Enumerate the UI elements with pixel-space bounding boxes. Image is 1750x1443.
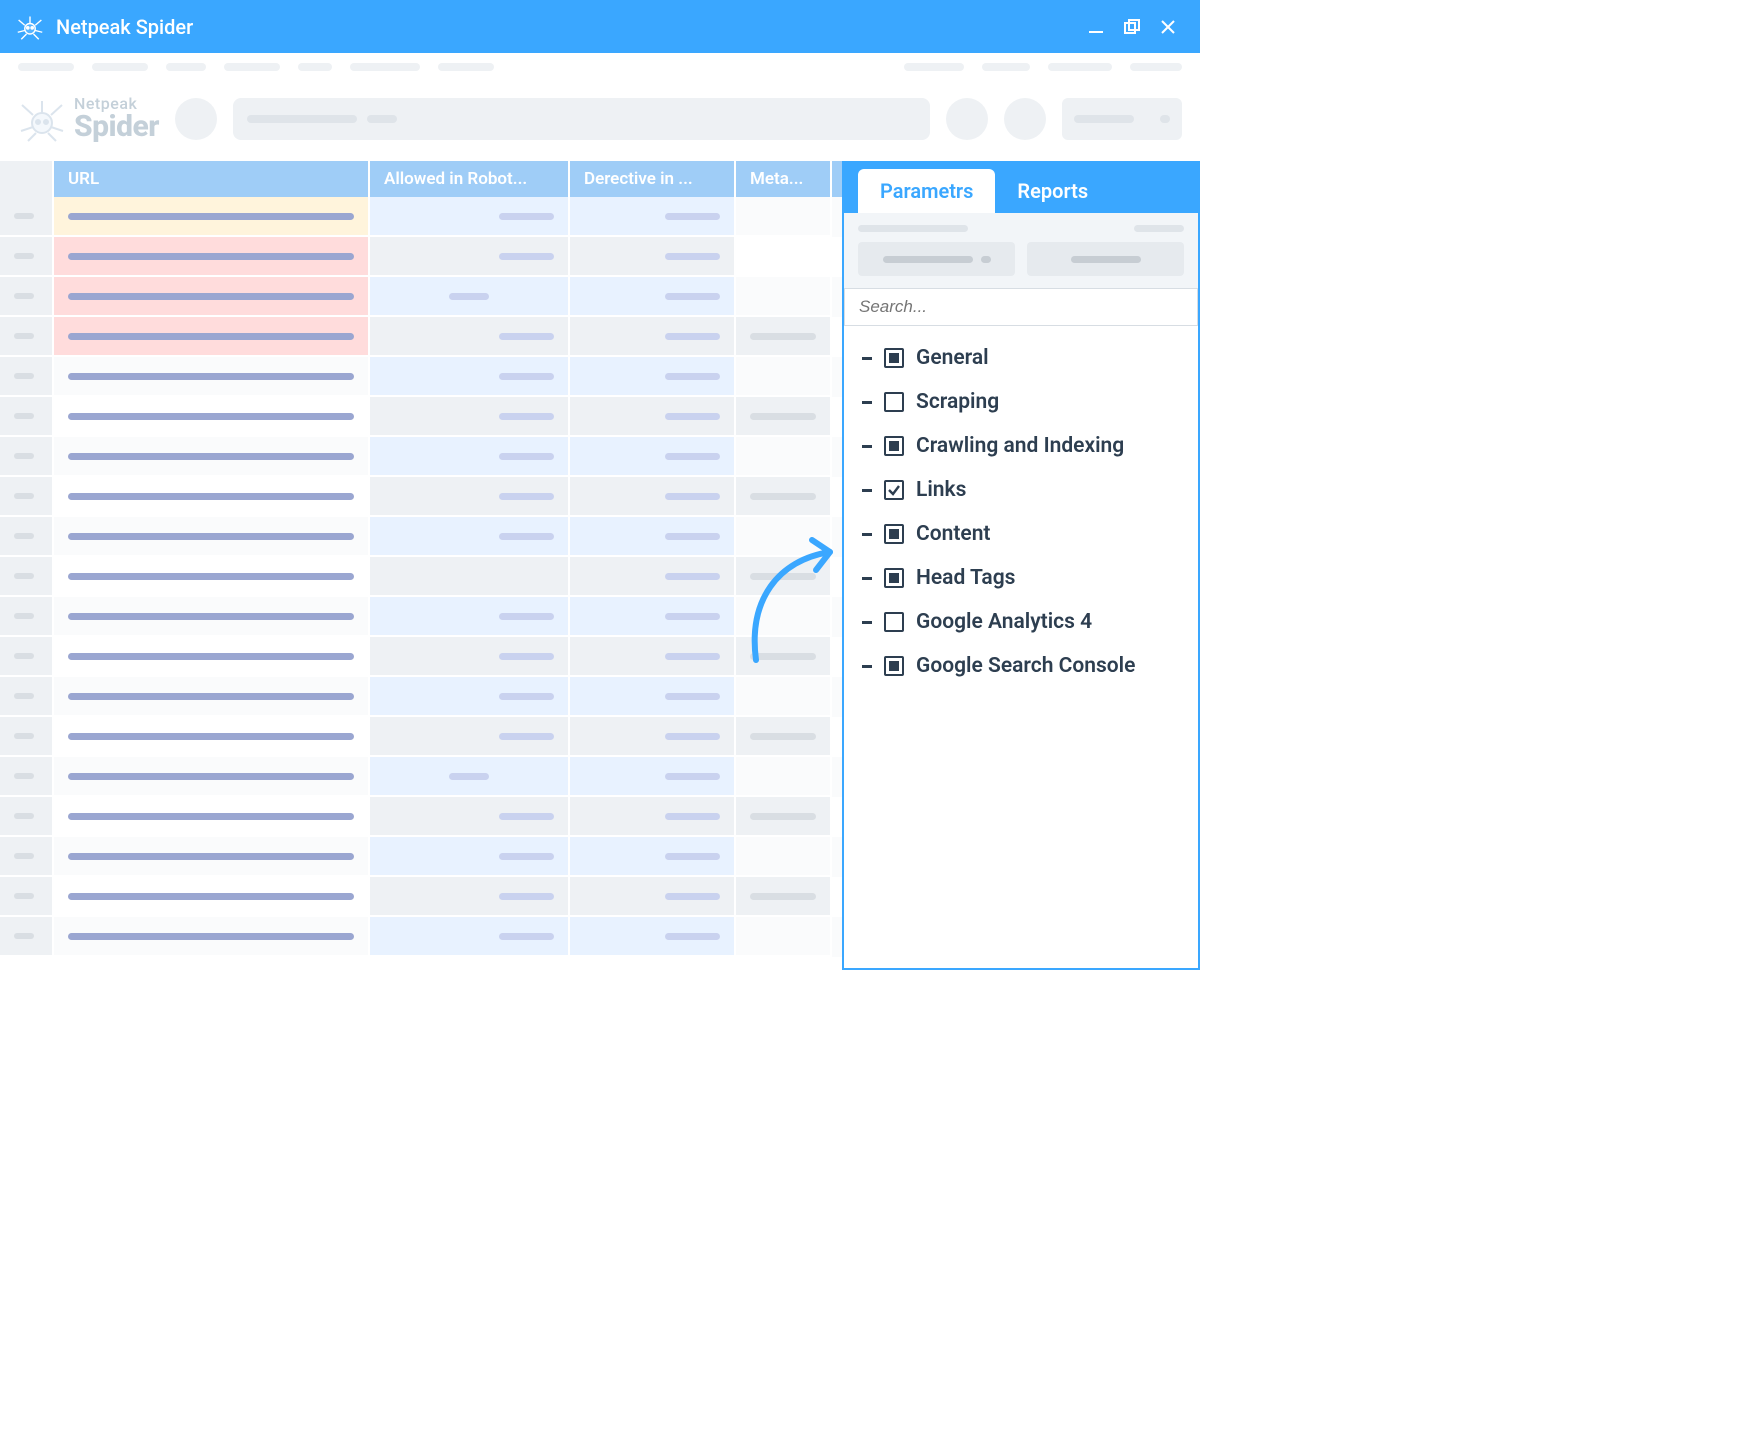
col-url[interactable]: URL xyxy=(54,161,370,197)
panel-button[interactable] xyxy=(1027,242,1184,276)
parameter-item[interactable]: Google Analytics 4 xyxy=(844,600,1198,644)
parameter-label: Links xyxy=(916,478,966,502)
app-spider-icon xyxy=(14,11,46,43)
collapse-icon[interactable] xyxy=(862,665,872,668)
toolbar-button[interactable] xyxy=(175,98,217,140)
tab-reports[interactable]: Reports xyxy=(995,169,1110,213)
parameter-item[interactable]: Crawling and Indexing xyxy=(844,424,1198,468)
checkbox[interactable] xyxy=(884,436,904,456)
parameter-item[interactable]: Head Tags xyxy=(844,556,1198,600)
checkbox[interactable] xyxy=(884,612,904,632)
table-row[interactable] xyxy=(0,197,842,237)
table-row[interactable] xyxy=(0,237,842,277)
table-row[interactable] xyxy=(0,717,842,757)
parameter-item[interactable]: Content xyxy=(844,512,1198,556)
table-row[interactable] xyxy=(0,517,842,557)
checkbox[interactable] xyxy=(884,524,904,544)
parameters-panel: Parametrs Reports General Scraping Crawlin… xyxy=(842,161,1200,970)
toolbar-dropdown[interactable] xyxy=(1062,98,1182,140)
panel-dropdown[interactable] xyxy=(858,242,1015,276)
checkbox[interactable] xyxy=(884,480,904,500)
collapse-icon[interactable] xyxy=(862,533,872,536)
collapse-icon[interactable] xyxy=(862,401,872,404)
menu-strip xyxy=(0,53,1200,81)
table-row[interactable] xyxy=(0,597,842,637)
parameter-label: Google Analytics 4 xyxy=(916,610,1092,634)
panel-toolbar xyxy=(844,213,1198,288)
table-header: URL Allowed in Robot... Derective in ...… xyxy=(0,161,842,197)
col-meta[interactable]: Meta... xyxy=(736,161,832,197)
panel-tabs: Parametrs Reports xyxy=(844,161,1198,213)
parameters-search[interactable] xyxy=(844,288,1198,326)
brand-logo: Netpeak Spider xyxy=(18,95,159,143)
results-table: URL Allowed in Robot... Derective in ...… xyxy=(0,161,842,970)
table-row[interactable] xyxy=(0,877,842,917)
checkbox[interactable] xyxy=(884,568,904,588)
collapse-icon[interactable] xyxy=(862,577,872,580)
table-row[interactable] xyxy=(0,677,842,717)
checkbox[interactable] xyxy=(884,392,904,412)
titlebar: Netpeak Spider xyxy=(0,0,1200,53)
brand-text-bottom: Spider xyxy=(74,112,159,142)
table-row[interactable] xyxy=(0,437,842,477)
table-row[interactable] xyxy=(0,797,842,837)
parameter-label: Crawling and Indexing xyxy=(916,434,1124,458)
col-robots[interactable]: Allowed in Robot... xyxy=(370,161,570,197)
table-row[interactable] xyxy=(0,397,842,437)
col-derect[interactable]: Derective in ... xyxy=(570,161,736,197)
toolbar-button[interactable] xyxy=(946,98,988,140)
collapse-icon[interactable] xyxy=(862,445,872,448)
table-row[interactable] xyxy=(0,637,842,677)
collapse-icon[interactable] xyxy=(862,621,872,624)
checkbox[interactable] xyxy=(884,348,904,368)
table-row[interactable] xyxy=(0,477,842,517)
collapse-icon[interactable] xyxy=(862,357,872,360)
tab-parametrs[interactable]: Parametrs xyxy=(858,169,995,213)
parameter-item[interactable]: Scraping xyxy=(844,380,1198,424)
address-input[interactable] xyxy=(233,98,930,140)
toolbar: Netpeak Spider xyxy=(0,81,1200,161)
table-row[interactable] xyxy=(0,837,842,877)
close-button[interactable] xyxy=(1150,9,1186,45)
parameter-label: Scraping xyxy=(916,390,999,414)
parameter-label: Content xyxy=(916,522,990,546)
parameter-item[interactable]: Links xyxy=(844,468,1198,512)
parameter-item[interactable]: Google Search Console xyxy=(844,644,1198,688)
parameter-item[interactable]: General xyxy=(844,336,1198,380)
collapse-icon[interactable] xyxy=(862,489,872,492)
parameters-search-input[interactable] xyxy=(859,297,1183,317)
table-row[interactable] xyxy=(0,277,842,317)
parameter-label: Google Search Console xyxy=(916,654,1135,678)
table-row[interactable] xyxy=(0,557,842,597)
table-row[interactable] xyxy=(0,357,842,397)
checkbox[interactable] xyxy=(884,656,904,676)
toolbar-button[interactable] xyxy=(1004,98,1046,140)
parameter-label: Head Tags xyxy=(916,566,1015,590)
app-title: Netpeak Spider xyxy=(56,15,193,39)
parameters-list: General Scraping Crawling and Indexing Link… xyxy=(844,326,1198,968)
minimize-button[interactable] xyxy=(1078,9,1114,45)
table-row[interactable] xyxy=(0,757,842,797)
maximize-button[interactable] xyxy=(1114,9,1150,45)
parameter-label: General xyxy=(916,346,989,370)
table-row[interactable] xyxy=(0,917,842,957)
table-row[interactable] xyxy=(0,317,842,357)
